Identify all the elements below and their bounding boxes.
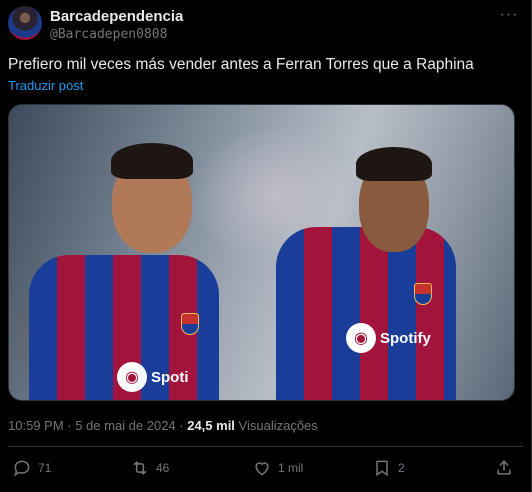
- post-image[interactable]: ◉ Spoti ◉ Spotify: [8, 104, 515, 401]
- post-header: Barcadependencia @Barcadepen0808 ···: [8, 4, 524, 44]
- sponsor-logo: ◉ Spotify: [346, 323, 431, 353]
- views-count: 24,5 mil: [187, 418, 235, 433]
- player-shirt: [276, 227, 456, 400]
- sponsor-logo: ◉ Spoti: [117, 362, 189, 392]
- post-frame: Barcadependencia @Barcadepen0808 ··· Pre…: [0, 0, 532, 492]
- views-label: Visualizações: [234, 418, 318, 433]
- sponsor-text: Spotify: [380, 329, 431, 347]
- author-handle[interactable]: @Barcadepen0808: [50, 27, 167, 42]
- club-crest-icon: [181, 313, 199, 335]
- player-left: ◉ Spoti: [29, 125, 229, 400]
- bookmark-icon: [376, 460, 388, 477]
- reply-icon: [13, 460, 30, 477]
- player-right: ◉ Spotify: [264, 127, 479, 400]
- spotify-icon: ◉: [117, 362, 147, 392]
- repost-button[interactable]: 46: [130, 458, 169, 478]
- bookmark-button[interactable]: 2: [372, 458, 405, 478]
- avatar[interactable]: [8, 6, 42, 40]
- post-timestamp[interactable]: 10:59 PM · 5 de mai de 2024 ·: [8, 418, 187, 433]
- author-name[interactable]: Barcadependencia: [50, 8, 183, 25]
- translate-link[interactable]: Traduzir post: [8, 78, 83, 93]
- more-options-icon[interactable]: ···: [498, 7, 520, 28]
- bookmark-count: 2: [398, 461, 405, 475]
- club-crest-icon: [414, 283, 432, 305]
- share-button[interactable]: [494, 458, 514, 478]
- player-hair: [356, 147, 432, 181]
- share-icon: [497, 460, 511, 475]
- post-meta: 10:59 PM · 5 de mai de 2024 · 24,5 mil V…: [8, 418, 318, 433]
- like-count: 1 mil: [278, 461, 304, 475]
- spotify-icon: ◉: [346, 323, 376, 353]
- reply-button[interactable]: 71: [12, 458, 51, 478]
- divider: [8, 446, 523, 447]
- repost-icon: [133, 461, 147, 475]
- post-text: Prefiero mil veces más vender antes a Fe…: [8, 56, 474, 73]
- reply-count: 71: [38, 461, 52, 475]
- action-bar: 71 46 1 mil 2: [8, 458, 516, 484]
- sponsor-text: Spoti: [151, 368, 189, 386]
- like-button[interactable]: 1 mil: [252, 458, 303, 478]
- repost-count: 46: [156, 461, 170, 475]
- heart-icon: [255, 462, 269, 476]
- player-hair: [111, 143, 193, 179]
